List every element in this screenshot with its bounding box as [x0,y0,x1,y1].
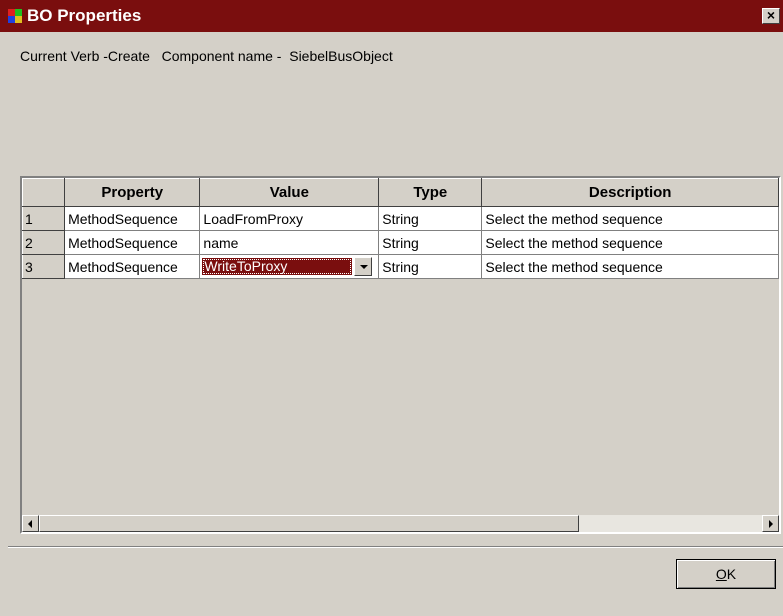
type-cell[interactable]: String [378,254,483,279]
value-cell[interactable]: LoadFromProxy [199,206,380,231]
table-row: 2 MethodSequence name String Select the … [22,230,779,255]
description-cell[interactable]: Select the method sequence [481,230,779,255]
column-header-property[interactable]: Property [64,178,201,207]
property-cell[interactable]: MethodSequence [64,230,201,255]
description-cell[interactable]: Select the method sequence [481,254,779,279]
type-cell[interactable]: String [378,230,483,255]
divider [8,546,783,548]
property-cell[interactable]: MethodSequence [64,254,201,279]
column-header-description[interactable]: Description [481,178,779,207]
horizontal-scrollbar[interactable] [22,515,779,532]
table-row: 3 MethodSequence WriteToProxy String Sel… [22,254,779,279]
description-cell[interactable]: Select the method sequence [481,206,779,231]
value-cell[interactable]: name [199,230,380,255]
row-number[interactable]: 1 [22,206,66,231]
ok-label-rest: K [726,566,737,582]
row-header-corner [22,178,66,207]
ok-mnemonic: O [715,566,727,582]
properties-grid[interactable]: Property Value Type Description 1 Method… [20,176,781,534]
dropdown-selected-value[interactable]: WriteToProxy [202,258,353,275]
value-cell-editing: WriteToProxy [199,254,380,279]
column-header-type[interactable]: Type [378,178,483,207]
header-row: Property Value Type Description [22,178,779,207]
close-button[interactable]: × [762,8,780,24]
ok-button[interactable]: OK [676,559,776,589]
properties-table: Property Value Type Description 1 Method… [22,178,779,279]
app-icon [8,9,22,23]
row-number[interactable]: 2 [22,230,66,255]
chevron-down-icon[interactable] [354,257,373,276]
title-bar[interactable]: BO Properties × [0,0,783,32]
window-title: BO Properties [27,6,142,25]
property-cell[interactable]: MethodSequence [64,206,201,231]
table-row: 1 MethodSequence LoadFromProxy String Se… [22,206,779,231]
value-dropdown[interactable]: WriteToProxy [200,256,373,277]
scroll-left-icon[interactable] [22,515,39,532]
type-cell[interactable]: String [378,206,483,231]
verb-component-info: Current Verb -Create Component name - Si… [20,48,393,64]
scroll-right-icon[interactable] [762,515,779,532]
scroll-thumb[interactable] [39,515,579,532]
row-number[interactable]: 3 [22,254,66,279]
bo-properties-dialog: BO Properties × Current Verb -Create Com… [0,0,783,616]
column-header-value[interactable]: Value [199,178,380,207]
